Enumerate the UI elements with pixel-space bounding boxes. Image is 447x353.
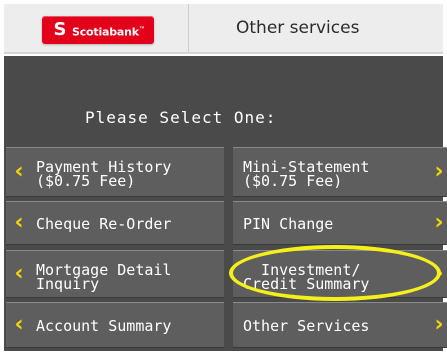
mini-statement-fee: ($0.75 Fee) bbox=[243, 172, 343, 190]
screen-title: Other services bbox=[236, 18, 360, 38]
chevron-right-icon: › bbox=[434, 312, 444, 337]
atm-screen: S Scotiabank™ Other services Please Sele… bbox=[0, 0, 447, 353]
chevron-right-icon: › bbox=[434, 210, 444, 235]
scotiabank-logo: S Scotiabank™ bbox=[42, 16, 154, 44]
logo-text: Scotiabank bbox=[72, 25, 139, 39]
chevron-right-icon: › bbox=[434, 261, 444, 286]
logo-trademark: ™ bbox=[138, 26, 145, 33]
chevron-left-icon: ‹ bbox=[14, 210, 24, 235]
chevron-right-icon: › bbox=[434, 159, 444, 184]
account-summary-label: Account Summary bbox=[36, 317, 172, 335]
cheque-reorder-button[interactable]: ‹ Cheque Re-Order bbox=[6, 201, 224, 245]
investment-credit-summary-button[interactable]: Investment/ Credit Summary › bbox=[233, 250, 447, 298]
cheque-reorder-label: Cheque Re-Order bbox=[36, 215, 172, 233]
header-bar: S Scotiabank™ Other services bbox=[4, 4, 443, 54]
payment-history-button[interactable]: ‹ Payment History ($0.75 Fee) bbox=[6, 147, 224, 197]
chevron-left-icon: ‹ bbox=[14, 312, 24, 337]
credit-summary-label: Credit Summary bbox=[243, 275, 370, 293]
chevron-left-icon: ‹ bbox=[14, 261, 24, 286]
account-summary-button[interactable]: ‹ Account Summary bbox=[6, 302, 224, 348]
pin-change-label: PIN Change bbox=[243, 215, 334, 233]
chevron-left-icon: ‹ bbox=[14, 159, 24, 184]
header-divider bbox=[188, 4, 189, 52]
mortgage-detail-button[interactable]: ‹ Mortgage Detail Inquiry bbox=[6, 250, 224, 298]
other-services-label: Other Services bbox=[243, 317, 370, 335]
scotiabank-s-icon: S bbox=[53, 19, 67, 40]
mini-statement-button[interactable]: Mini-Statement ($0.75 Fee) › bbox=[233, 147, 447, 197]
other-services-button[interactable]: Other Services › bbox=[233, 302, 447, 348]
select-prompt: Please Select One: bbox=[85, 108, 277, 127]
pin-change-button[interactable]: PIN Change › bbox=[233, 201, 447, 245]
payment-history-fee: ($0.75 Fee) bbox=[36, 172, 136, 190]
mortgage-detail-inquiry: Inquiry bbox=[36, 275, 100, 293]
